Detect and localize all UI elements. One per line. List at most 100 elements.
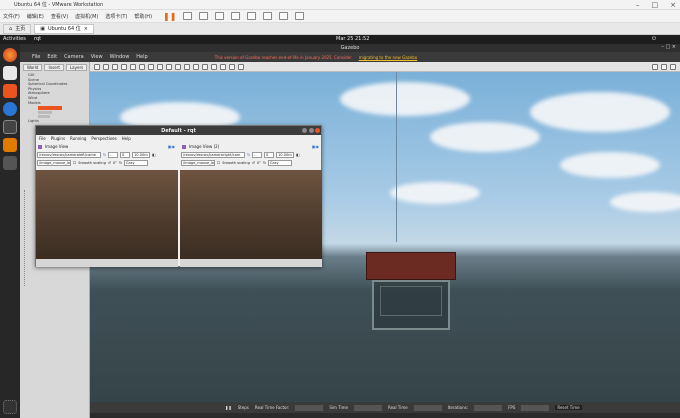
minimize-icon[interactable]: – xyxy=(636,1,640,9)
rqt-close-icon[interactable] xyxy=(315,128,320,133)
zoom-input[interactable]: 10.00m xyxy=(276,151,295,158)
zoom-level[interactable]: 0 xyxy=(264,151,275,158)
zoom-level[interactable]: 0 xyxy=(120,151,131,158)
help-icon[interactable] xyxy=(3,102,17,116)
color-scheme-select[interactable]: Gray xyxy=(267,159,292,166)
menu-tabs[interactable]: 选项卡(T) xyxy=(105,13,127,20)
rqt-maximize-icon[interactable] xyxy=(309,128,314,133)
rotate-cw-icon[interactable]: ↻ xyxy=(263,161,266,165)
change-view-icon[interactable] xyxy=(238,63,244,70)
menu-view[interactable]: 查看(V) xyxy=(51,13,68,20)
firefox-icon[interactable] xyxy=(3,48,17,62)
revert-snapshot-icon[interactable] xyxy=(215,12,225,20)
tree-item-selected[interactable] xyxy=(38,106,62,111)
point-light-icon[interactable] xyxy=(175,63,181,70)
clock[interactable]: Mar 25 21:52 xyxy=(336,36,369,42)
zoom-input[interactable]: 10.00m xyxy=(132,151,151,158)
apps-grid-icon[interactable] xyxy=(3,120,17,134)
maximize-icon[interactable]: □ xyxy=(652,1,659,9)
rqt-menu-help[interactable]: Help xyxy=(122,136,131,141)
menu-file[interactable]: 文件(F) xyxy=(3,13,20,20)
tab-close-icon[interactable]: × xyxy=(84,26,88,32)
snap-icon[interactable] xyxy=(229,63,235,70)
spot-light-icon[interactable] xyxy=(184,63,190,70)
pane-controls-icon[interactable]: ▣◉ xyxy=(312,144,319,149)
zoom-minus[interactable]: - xyxy=(252,151,263,158)
rotate-cw-icon[interactable]: ↻ xyxy=(119,161,122,165)
gz-menu-file[interactable]: File xyxy=(32,54,40,60)
screenshot-icon[interactable] xyxy=(652,63,658,70)
tab-world[interactable]: World xyxy=(23,64,43,71)
sphere-shape-icon[interactable] xyxy=(157,63,163,70)
files-icon[interactable] xyxy=(3,66,17,80)
undo-icon[interactable] xyxy=(130,63,136,70)
close-icon[interactable]: × xyxy=(670,1,676,9)
gz-menu-view[interactable]: View xyxy=(91,54,103,60)
log-icon[interactable] xyxy=(661,63,667,70)
gz-menu-edit[interactable]: Edit xyxy=(47,54,57,60)
fullscreen-icon[interactable] xyxy=(263,12,273,20)
rotate-icon[interactable]: ↺ xyxy=(252,161,255,165)
gz-menu-camera[interactable]: Camera xyxy=(64,54,84,60)
gazebo-window-controls-icon[interactable]: – □ × xyxy=(661,44,676,50)
rqt-menu-perspectives[interactable]: Perspectives xyxy=(91,136,116,141)
tree-item[interactable] xyxy=(38,115,50,119)
tab-ubuntu[interactable]: ▣ Ubuntu 64 位 × xyxy=(34,23,94,34)
redo-icon[interactable] xyxy=(139,63,145,70)
pane-controls-icon[interactable]: ▣◉ xyxy=(168,144,175,149)
rotate-icon[interactable]: ↺ xyxy=(108,161,111,165)
software-icon[interactable] xyxy=(3,84,17,98)
color-scheme-select[interactable]: Gray xyxy=(123,159,148,166)
rqt-menu-plugins[interactable]: Plugins xyxy=(51,136,65,141)
save-icon[interactable]: ◧ xyxy=(296,153,299,157)
box-shape-icon[interactable] xyxy=(148,63,154,70)
tab-insert[interactable]: Insert xyxy=(44,64,64,71)
menu-edit[interactable]: 编辑(E) xyxy=(27,13,44,20)
save-icon[interactable]: ◧ xyxy=(152,153,155,157)
gz-menu-help[interactable]: Help xyxy=(136,54,147,60)
tab-layers[interactable]: Layers xyxy=(65,64,88,71)
paste-icon[interactable] xyxy=(211,63,217,70)
topic-select[interactable]: /rexrov/rexrov/cameraleft/came xyxy=(37,151,101,158)
align-icon[interactable] xyxy=(220,63,226,70)
camera-image-left[interactable] xyxy=(36,170,178,259)
mouse-topic-input[interactable]: /image_mouse_left xyxy=(181,159,215,166)
rotate-mode-icon[interactable] xyxy=(112,63,118,70)
translate-mode-icon[interactable] xyxy=(103,63,109,70)
unity-icon[interactable] xyxy=(279,12,289,20)
activities-button[interactable]: Activities xyxy=(3,36,26,42)
stretch-icon[interactable] xyxy=(295,12,305,20)
topic-select[interactable]: /rexrov/rexrov/cameraright/cam xyxy=(181,151,245,158)
tree-item[interactable]: Models xyxy=(28,101,89,106)
menu-vm[interactable]: 虚拟机(M) xyxy=(75,13,98,20)
rqt-menu-running[interactable]: Running xyxy=(70,136,86,141)
mouse-topic-input[interactable]: /image_mouse_left xyxy=(37,159,71,166)
camera-image-right[interactable] xyxy=(180,170,322,259)
rqt-minimize-icon[interactable] xyxy=(302,128,307,133)
directional-light-icon[interactable] xyxy=(193,63,199,70)
refresh-icon[interactable]: ↻ xyxy=(103,153,106,157)
cylinder-shape-icon[interactable] xyxy=(166,63,172,70)
smooth-scaling-checkbox[interactable]: ☐ xyxy=(217,161,220,165)
tree-item[interactable]: Lights xyxy=(28,119,89,124)
zoom-minus[interactable]: - xyxy=(108,151,119,158)
reset-time-button[interactable]: Reset Time xyxy=(555,405,582,410)
system-tray-icon[interactable]: ⏻ xyxy=(652,36,656,42)
snapshot-manager-icon[interactable] xyxy=(231,12,241,20)
menu-help[interactable]: 帮助(H) xyxy=(134,13,152,20)
rqt-menu-file[interactable]: File xyxy=(39,136,46,141)
show-apps-icon[interactable] xyxy=(3,400,17,414)
refresh-icon[interactable]: ↻ xyxy=(247,153,250,157)
gazebo-icon[interactable] xyxy=(3,138,17,152)
eol-banner-link[interactable]: migrating to the new Gazebo xyxy=(359,55,417,60)
tab-home[interactable]: ⌂ 主页 xyxy=(3,23,32,34)
send-ctrl-alt-del-icon[interactable] xyxy=(183,12,193,20)
select-mode-icon[interactable] xyxy=(94,63,100,70)
copy-icon[interactable] xyxy=(202,63,208,70)
app-menu[interactable]: rqt xyxy=(34,36,41,42)
sidebar-toggle-icon[interactable] xyxy=(247,12,257,20)
plot-icon[interactable] xyxy=(670,63,676,70)
pause-sim-icon[interactable]: ❚❚ xyxy=(225,405,232,410)
snapshot-icon[interactable] xyxy=(199,12,209,20)
terminal-icon[interactable] xyxy=(3,156,17,170)
